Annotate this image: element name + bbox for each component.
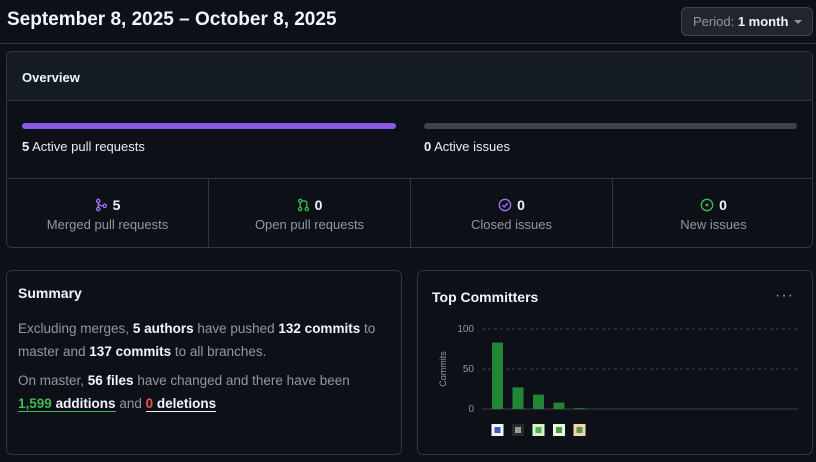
commit-bar	[533, 394, 544, 409]
issue-closed-icon	[498, 198, 512, 212]
stat-closed-issues[interactable]: 0 Closed issues	[411, 179, 613, 247]
summary-changes-text: On master, 56 files have changed and the…	[18, 369, 390, 415]
stat-label: Open pull requests	[254, 217, 365, 232]
additions-word: additions	[55, 396, 116, 411]
committer-avatar[interactable]	[512, 424, 524, 436]
additions-count: 1,599	[18, 396, 52, 411]
avatar-pattern	[576, 427, 583, 433]
text-fragment: Excluding merges,	[18, 321, 133, 336]
stat-open-pull-requests[interactable]: 0 Open pull requests	[209, 179, 411, 247]
committer-avatar[interactable]	[491, 424, 504, 436]
period-prefix: Period:	[693, 14, 735, 29]
deletions-count: 0	[145, 396, 154, 411]
page-header: September 8, 2025 – October 8, 2025 Peri…	[0, 0, 816, 44]
stat-merged-pull-requests[interactable]: 5 Merged pull requests	[7, 179, 209, 247]
additions-link[interactable]: 1,599 additions	[18, 396, 116, 412]
text-fragment: have pushed	[193, 321, 279, 336]
text-fragment: and	[115, 396, 146, 411]
committer-avatar[interactable]	[553, 424, 565, 436]
active-issues-label: Active issues	[434, 139, 511, 154]
overview-stats-row: 5 Merged pull requests 0 Open pull reque…	[7, 178, 812, 247]
active-pr-count: 5	[22, 139, 30, 154]
commit-bar	[492, 342, 503, 409]
summary-panel: Summary Excluding merges, 5 authors have…	[6, 270, 402, 455]
issue-opened-icon	[700, 198, 714, 212]
overview-panel: Overview 5 Active pull requests 0 Active…	[6, 51, 813, 248]
all-branches-commits-count: 137 commits	[89, 344, 172, 359]
commit-bar	[553, 402, 565, 409]
y-tick-label: 50	[463, 364, 475, 375]
commit-bar	[512, 387, 524, 409]
committer-avatar[interactable]	[573, 424, 586, 436]
more-options-icon[interactable]: ···	[775, 287, 794, 305]
issues-bar[interactable]	[424, 123, 797, 129]
stat-count: 0	[719, 197, 727, 213]
top-committers-chart: Commits 0 50 100	[438, 324, 798, 436]
y-tick-label: 0	[468, 404, 474, 415]
stat-label: Closed issues	[471, 217, 552, 232]
avatar-pattern	[515, 427, 521, 433]
authors-count: 5 authors	[132, 321, 194, 336]
top-committers-title: Top Committers	[432, 289, 539, 305]
summary-title: Summary	[18, 285, 82, 301]
stat-count: 0	[314, 197, 323, 213]
date-range-title: September 8, 2025 – October 8, 2025	[7, 9, 337, 30]
issues-bar-label[interactable]: 0 Active issues	[424, 139, 510, 154]
pull-requests-bar-fill	[22, 123, 396, 129]
period-selector-button[interactable]: Period: 1 month	[681, 7, 813, 36]
overview-title: Overview	[7, 52, 812, 101]
active-issues-count: 0	[424, 139, 432, 154]
files-changed-count: 56 files	[87, 373, 134, 388]
committer-avatar[interactable]	[532, 424, 545, 436]
commit-bar	[574, 408, 585, 410]
avatar-pattern	[556, 427, 562, 433]
text-fragment: to all branches.	[171, 344, 267, 359]
master-commits-count: 132 commits	[278, 321, 361, 336]
stat-label: New issues	[680, 217, 747, 232]
text-fragment: On master,	[18, 373, 88, 388]
git-pull-request-icon	[297, 198, 309, 212]
git-merge-icon	[95, 198, 107, 212]
text-fragment: have changed and there have been	[133, 373, 350, 388]
stat-label: Merged pull requests	[46, 217, 169, 232]
active-pr-label: Active pull requests	[32, 139, 145, 154]
pull-requests-bar-label[interactable]: 5 Active pull requests	[22, 139, 145, 154]
pull-requests-bar[interactable]	[22, 123, 396, 129]
stat-count: 5	[112, 197, 121, 213]
chevron-down-icon	[794, 20, 802, 24]
y-tick-label: 100	[457, 324, 474, 335]
summary-commits-text: Excluding merges, 5 authors have pushed …	[18, 317, 390, 363]
top-committers-panel: Top Committers ··· Commits 0 50 100	[417, 270, 813, 455]
stat-count: 0	[517, 197, 525, 213]
deletions-word: deletions	[156, 396, 217, 411]
period-value: 1 month	[737, 14, 789, 29]
y-axis-label: Commits	[438, 351, 448, 387]
deletions-link[interactable]: 0 deletions	[145, 396, 217, 412]
avatar-pattern	[494, 427, 501, 433]
avatar-pattern	[535, 427, 542, 433]
stat-new-issues[interactable]: 0 New issues	[613, 179, 812, 247]
